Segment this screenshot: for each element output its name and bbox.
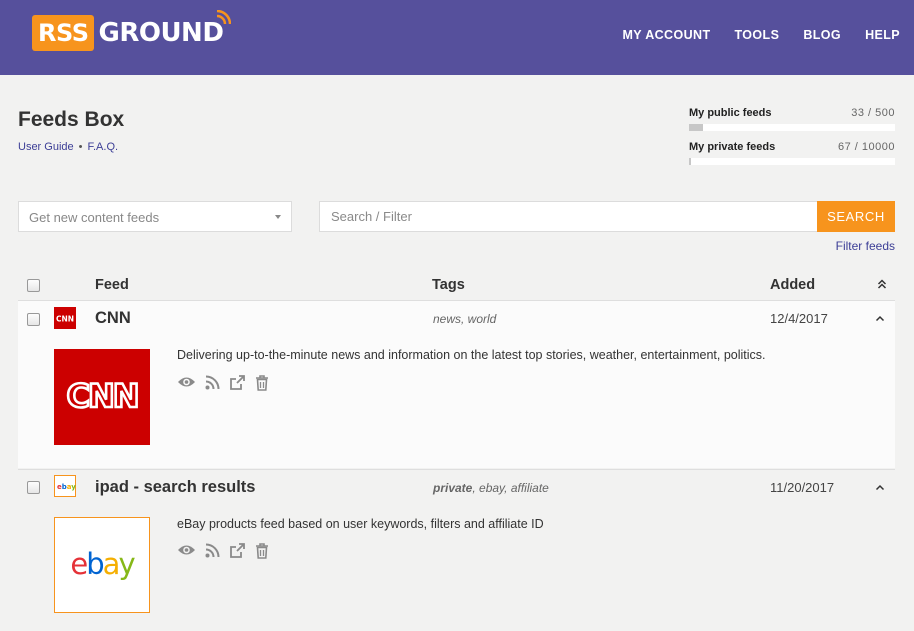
feed-checkbox[interactable] xyxy=(27,481,40,494)
svg-text:CNN: CNN xyxy=(56,315,74,324)
chevron-up-icon[interactable] xyxy=(875,484,885,491)
caret-down-icon xyxy=(275,215,281,219)
ebay-logo-icon: ebay xyxy=(54,475,76,497)
quota-count: 33 / 500 xyxy=(851,107,895,119)
feed-row: CNN CNN news, world 12/4/2017 CNN Delive… xyxy=(18,301,895,468)
quota-bar-fill xyxy=(689,158,691,165)
search-button[interactable]: SEARCH xyxy=(817,201,895,232)
feed-row: ebay ipad - search results private, ebay… xyxy=(18,470,895,631)
quota-label: My private feeds xyxy=(689,141,776,153)
svg-text:ebay: ebay xyxy=(70,547,135,581)
nav-help[interactable]: HELP xyxy=(865,28,900,42)
eye-icon[interactable] xyxy=(177,543,196,564)
rss-icon[interactable] xyxy=(205,375,220,396)
trash-icon[interactable] xyxy=(255,375,269,396)
chevron-up-icon[interactable] xyxy=(875,315,885,322)
quota-bar xyxy=(689,158,895,165)
feed-tags: news, world xyxy=(433,312,497,326)
feed-title[interactable]: CNN xyxy=(95,309,131,328)
select-all-checkbox[interactable] xyxy=(27,279,40,292)
top-header: RSS GROUND MY ACCOUNT TOOLS BLOG HELP xyxy=(0,0,914,75)
quota-count: 67 / 10000 xyxy=(838,141,895,153)
quota-bar-fill xyxy=(689,124,703,131)
feed-tags: private, ebay, affiliate xyxy=(433,481,549,495)
external-link-icon[interactable] xyxy=(229,375,246,396)
eye-icon[interactable] xyxy=(177,375,196,396)
cnn-logo: CNN xyxy=(54,349,150,445)
feed-added-date: 11/20/2017 xyxy=(770,480,835,495)
logo-wave-icon xyxy=(217,10,232,25)
column-feed[interactable]: Feed xyxy=(95,277,129,293)
feed-actions xyxy=(177,375,278,396)
cnn-logo-icon: CNN xyxy=(54,307,76,329)
feed-checkbox[interactable] xyxy=(27,313,40,326)
page-title: Feeds Box xyxy=(18,108,125,131)
faq-link[interactable]: F.A.Q. xyxy=(88,141,119,153)
column-tags[interactable]: Tags xyxy=(432,277,465,293)
help-links: User Guide • F.A.Q. xyxy=(18,141,118,153)
content-feeds-dropdown[interactable]: Get new content feeds xyxy=(18,201,292,232)
logo-ground-text: GROUND xyxy=(98,10,232,48)
main-nav: MY ACCOUNT TOOLS BLOG HELP xyxy=(598,28,900,42)
collapse-all-icon[interactable] xyxy=(877,279,887,289)
trash-icon[interactable] xyxy=(255,543,269,564)
nav-tools[interactable]: TOOLS xyxy=(735,28,780,42)
nav-my-account[interactable]: MY ACCOUNT xyxy=(622,28,710,42)
svg-text:CNN: CNN xyxy=(66,377,137,415)
rss-icon[interactable] xyxy=(205,543,220,564)
column-added[interactable]: Added xyxy=(770,277,815,293)
public-feeds-quota: My public feeds 33 / 500 xyxy=(689,107,895,131)
external-link-icon[interactable] xyxy=(229,543,246,564)
user-guide-link[interactable]: User Guide xyxy=(18,141,74,153)
feed-title[interactable]: ipad - search results xyxy=(95,478,255,497)
feed-description: Delivering up-to-the-minute news and inf… xyxy=(177,348,766,362)
feed-actions xyxy=(177,543,278,564)
rssground-logo[interactable]: RSS GROUND xyxy=(32,10,232,51)
search-input[interactable] xyxy=(319,201,818,232)
nav-blog[interactable]: BLOG xyxy=(803,28,841,42)
svg-text:ebay: ebay xyxy=(57,483,76,491)
filter-feeds-link[interactable]: Filter feeds xyxy=(836,239,895,253)
quota-label: My public feeds xyxy=(689,107,772,119)
feed-description: eBay products feed based on user keyword… xyxy=(177,517,544,531)
quota-bar xyxy=(689,124,895,131)
logo-rss-text: RSS xyxy=(32,15,95,51)
link-separator: • xyxy=(78,141,83,153)
table-header: Feed Tags Added xyxy=(18,270,895,301)
private-feeds-quota: My private feeds 67 / 10000 xyxy=(689,141,895,165)
dropdown-value: Get new content feeds xyxy=(29,210,160,225)
feed-added-date: 12/4/2017 xyxy=(770,311,828,326)
ebay-logo: ebay xyxy=(54,517,150,613)
